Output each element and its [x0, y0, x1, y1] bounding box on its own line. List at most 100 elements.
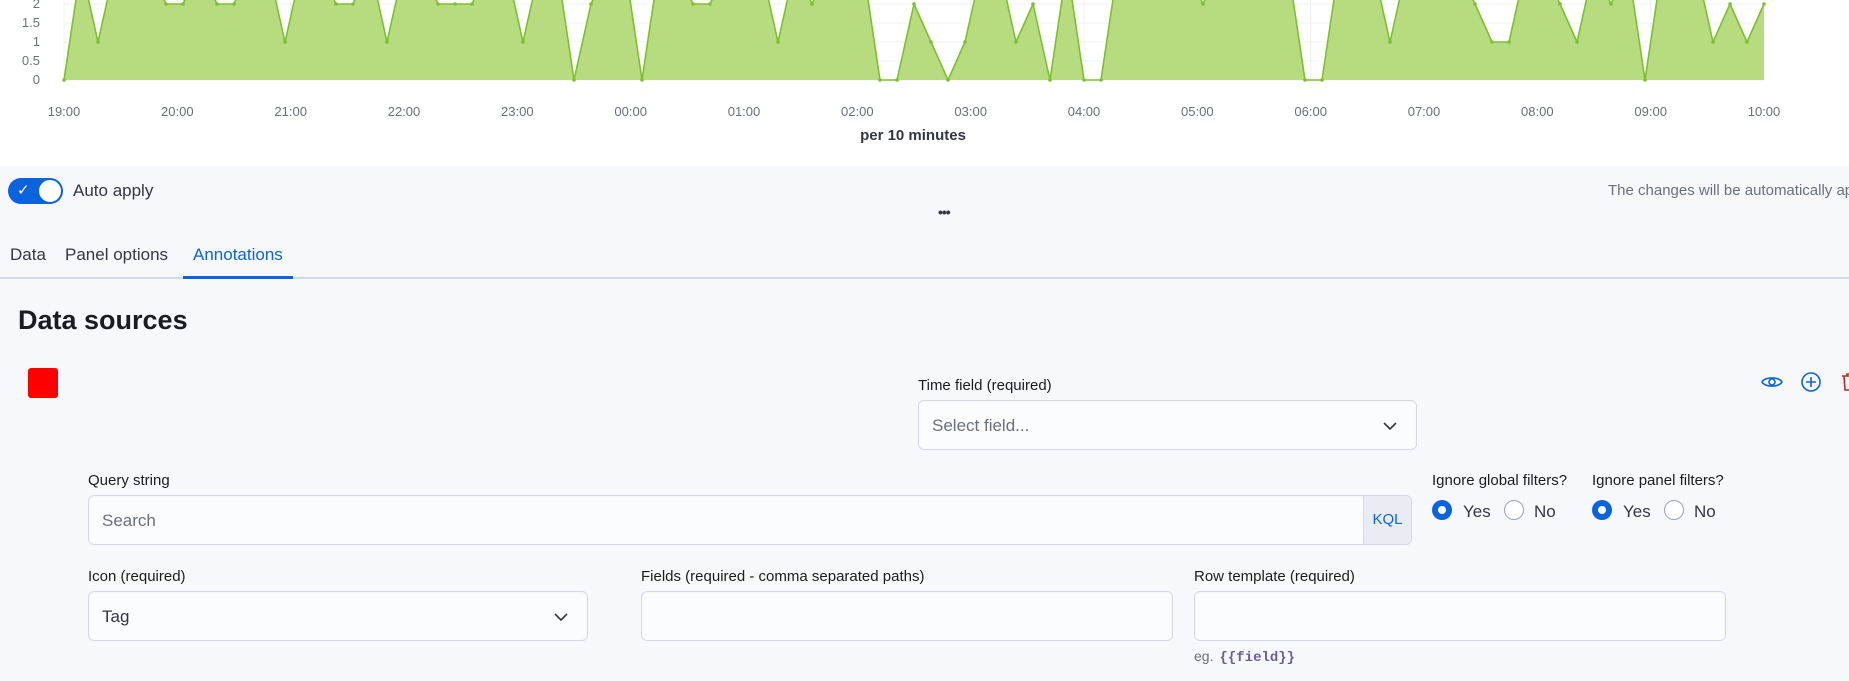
- data-point[interactable]: [691, 2, 695, 6]
- data-point[interactable]: [640, 78, 644, 82]
- ignore-global-yes-radio[interactable]: [1432, 500, 1452, 520]
- row-template-hint-code: {{field}}: [1219, 650, 1296, 666]
- auto-apply-row: ✓ Auto apply The changes will be automat…: [0, 166, 1849, 220]
- auto-apply-hint: The changes will be automatically ap: [1608, 182, 1849, 199]
- data-point[interactable]: [1048, 78, 1052, 82]
- data-point[interactable]: [96, 40, 100, 44]
- x-tick-label: 07:00: [1408, 104, 1441, 119]
- data-point[interactable]: [963, 40, 967, 44]
- data-point[interactable]: [62, 78, 66, 82]
- tab-data[interactable]: Data: [0, 245, 56, 279]
- eye-icon[interactable]: [1760, 370, 1784, 394]
- annotation-color-swatch[interactable]: [28, 368, 58, 398]
- data-point[interactable]: [1490, 40, 1494, 44]
- data-point[interactable]: [283, 40, 287, 44]
- check-icon: ✓: [17, 182, 30, 199]
- data-point[interactable]: [912, 2, 916, 6]
- plus-circle-icon[interactable]: [1799, 370, 1823, 394]
- y-tick-label: 1: [33, 34, 40, 49]
- data-point[interactable]: [453, 2, 457, 6]
- icon-select-value: Tag: [102, 607, 130, 626]
- data-point[interactable]: [1473, 2, 1477, 6]
- toggle-knob: [38, 179, 62, 203]
- ignore-panel-yes-radio[interactable]: [1592, 500, 1612, 520]
- y-tick-label: 2: [33, 0, 40, 11]
- data-point[interactable]: [708, 2, 712, 6]
- data-point[interactable]: [521, 40, 525, 44]
- ignore-global-no-label: No: [1534, 502, 1556, 521]
- data-point[interactable]: [1201, 2, 1205, 6]
- data-point[interactable]: [1762, 2, 1766, 6]
- trash-icon[interactable]: [1838, 370, 1849, 394]
- auto-apply-label: Auto apply: [73, 181, 154, 200]
- data-point[interactable]: [1643, 78, 1647, 82]
- data-point[interactable]: [895, 78, 899, 82]
- data-point[interactable]: [1745, 40, 1749, 44]
- query-string-input[interactable]: Search KQL: [88, 495, 1412, 545]
- data-point[interactable]: [1711, 40, 1715, 44]
- x-tick-label: 09:00: [1634, 104, 1667, 119]
- data-point[interactable]: [232, 2, 236, 6]
- area-chart: 0 0.5 1 1.5 2 19:00 20:00 21:00 22:00 23:00 00:00…: [22, 0, 1780, 144]
- data-point[interactable]: [776, 40, 780, 44]
- auto-apply-toggle[interactable]: ✓: [8, 178, 63, 204]
- data-point[interactable]: [929, 40, 933, 44]
- data-point[interactable]: [1014, 40, 1018, 44]
- data-point[interactable]: [470, 2, 474, 6]
- ignore-panel-no-radio[interactable]: [1664, 500, 1684, 520]
- x-tick-label: 01:00: [728, 104, 761, 119]
- data-point[interactable]: [334, 2, 338, 6]
- time-field-placeholder: Select field...: [932, 416, 1030, 435]
- x-tick-label: 21:00: [274, 104, 307, 119]
- data-point[interactable]: [1575, 40, 1579, 44]
- data-point[interactable]: [810, 2, 814, 6]
- data-point[interactable]: [1728, 2, 1732, 6]
- data-point[interactable]: [946, 78, 950, 82]
- data-point[interactable]: [385, 40, 389, 44]
- row-template-hint: eg. {{field}}: [1194, 648, 1295, 666]
- ignore-global-no-radio[interactable]: [1504, 500, 1524, 520]
- data-point[interactable]: [1558, 2, 1562, 6]
- chevron-down-icon: [554, 613, 568, 622]
- tab-annotations[interactable]: Annotations: [183, 245, 293, 279]
- fields-label: Fields (required - comma separated paths…: [641, 568, 925, 585]
- data-point[interactable]: [1303, 78, 1307, 82]
- ignore-panel-yes-label: Yes: [1623, 502, 1651, 521]
- data-point[interactable]: [164, 2, 168, 6]
- icon-select[interactable]: Tag: [88, 591, 588, 641]
- icon-field-label: Icon (required): [88, 568, 186, 585]
- row-template-hint-prefix: eg.: [1194, 648, 1214, 664]
- x-tick-label: 23:00: [501, 104, 534, 119]
- row-template-label: Row template (required): [1194, 568, 1355, 585]
- data-point[interactable]: [1320, 78, 1324, 82]
- data-point[interactable]: [1507, 40, 1511, 44]
- x-tick-label: 20:00: [161, 104, 194, 119]
- x-tick-label: 06:00: [1294, 104, 1327, 119]
- data-point[interactable]: [1388, 40, 1392, 44]
- ignore-global-yes-label: Yes: [1463, 502, 1491, 521]
- time-field-select[interactable]: Select field...: [918, 400, 1417, 450]
- data-point[interactable]: [181, 2, 185, 6]
- x-tick-label: 22:00: [388, 104, 421, 119]
- data-point[interactable]: [589, 2, 593, 6]
- data-point[interactable]: [215, 2, 219, 6]
- row-template-input[interactable]: [1194, 591, 1726, 641]
- data-point[interactable]: [878, 78, 882, 82]
- kql-language-button[interactable]: KQL: [1363, 496, 1411, 544]
- data-point[interactable]: [1099, 78, 1103, 82]
- ignore-global-filters-label: Ignore global filters?: [1432, 472, 1568, 489]
- fields-input[interactable]: [641, 591, 1173, 641]
- time-field-label: Time field (required): [918, 377, 1052, 394]
- x-tick-label: 05:00: [1181, 104, 1214, 119]
- data-point[interactable]: [1031, 2, 1035, 6]
- data-point[interactable]: [1609, 2, 1613, 6]
- data-point[interactable]: [1082, 78, 1086, 82]
- data-point[interactable]: [351, 2, 355, 6]
- resize-handle[interactable]: •••: [938, 204, 951, 220]
- x-axis-title: per 10 minutes: [860, 127, 966, 144]
- tab-panel-options[interactable]: Panel options: [55, 245, 178, 279]
- x-tick-label: 19:00: [48, 104, 81, 119]
- chart-panel: 0 0.5 1 1.5 2 19:00 20:00 21:00 22:00 23:00 00:00…: [0, 0, 1849, 166]
- data-point[interactable]: [572, 78, 576, 82]
- data-point[interactable]: [436, 2, 440, 6]
